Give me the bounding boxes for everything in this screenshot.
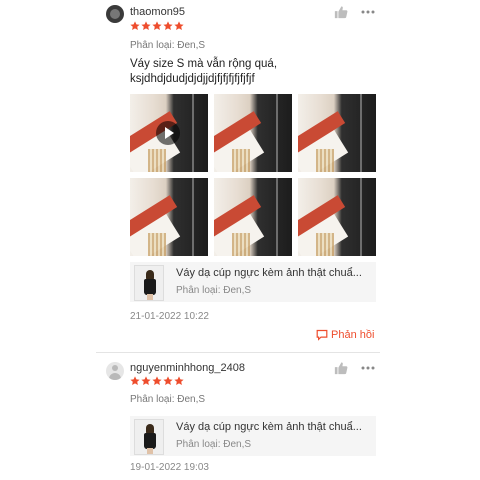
product-thumbnail xyxy=(134,265,164,301)
star-icon xyxy=(141,376,151,385)
product-variant: Phân loại: Đen,S xyxy=(176,439,252,450)
review-photo[interactable] xyxy=(130,178,208,256)
review-photo-grid xyxy=(130,94,376,256)
review-photo[interactable] xyxy=(214,94,292,172)
more-options-icon[interactable] xyxy=(360,361,376,375)
review-photo[interactable] xyxy=(298,178,376,256)
review-photo[interactable] xyxy=(214,178,292,256)
more-options-icon[interactable] xyxy=(360,5,376,19)
review-variant: Phân loại: Đen,S xyxy=(130,394,206,405)
product-variant: Phân loại: Đen,S xyxy=(176,285,252,296)
reply-label: Phản hồi xyxy=(331,329,375,341)
review-date: 19-01-2022 19:03 xyxy=(130,462,209,473)
star-icon xyxy=(163,21,173,30)
star-icon xyxy=(152,376,162,385)
product-thumbnail xyxy=(134,419,164,455)
default-avatar-icon[interactable] xyxy=(106,362,124,380)
star-rating xyxy=(130,21,184,31)
review-item: nguyenminhhong_2408 Phân loại: Đen,S Váy… xyxy=(0,352,480,480)
product-card[interactable]: Váy dạ cúp ngực kèm ảnh thật chuẩ... Phâ… xyxy=(130,262,376,302)
review-photo[interactable] xyxy=(298,94,376,172)
play-icon[interactable] xyxy=(156,121,180,145)
star-icon xyxy=(174,21,184,30)
product-card[interactable]: Váy dạ cúp ngực kèm ảnh thật chuẩ... Phâ… xyxy=(130,416,376,456)
star-icon xyxy=(130,21,140,30)
star-icon xyxy=(152,21,162,30)
product-name: Váy dạ cúp ngực kèm ảnh thật chuẩ... xyxy=(176,421,362,433)
user-avatar[interactable] xyxy=(106,5,124,23)
review-date: 21-01-2022 10:22 xyxy=(130,311,209,322)
review-variant: Phân loại: Đen,S xyxy=(130,40,206,51)
review-username: nguyenminhhong_2408 xyxy=(130,362,245,374)
review-comment: Váy size S mà vẫn rộng quá, ksjdhdjdudjd… xyxy=(130,58,278,85)
star-rating xyxy=(130,376,184,386)
chat-bubble-icon xyxy=(316,329,328,341)
product-name: Váy dạ cúp ngực kèm ảnh thật chuẩ... xyxy=(176,267,362,279)
reply-button[interactable]: Phản hồi xyxy=(316,329,374,341)
review-item: thaomon95 Phân loại: Đen,S Váy size S mà… xyxy=(0,0,480,352)
thumbs-up-icon[interactable] xyxy=(334,361,348,375)
star-icon xyxy=(163,376,173,385)
star-icon xyxy=(174,376,184,385)
thumbs-up-icon[interactable] xyxy=(334,5,348,19)
review-video-thumbnail[interactable] xyxy=(130,94,208,172)
star-icon xyxy=(130,376,140,385)
review-username: thaomon95 xyxy=(130,6,186,18)
star-icon xyxy=(141,21,151,30)
